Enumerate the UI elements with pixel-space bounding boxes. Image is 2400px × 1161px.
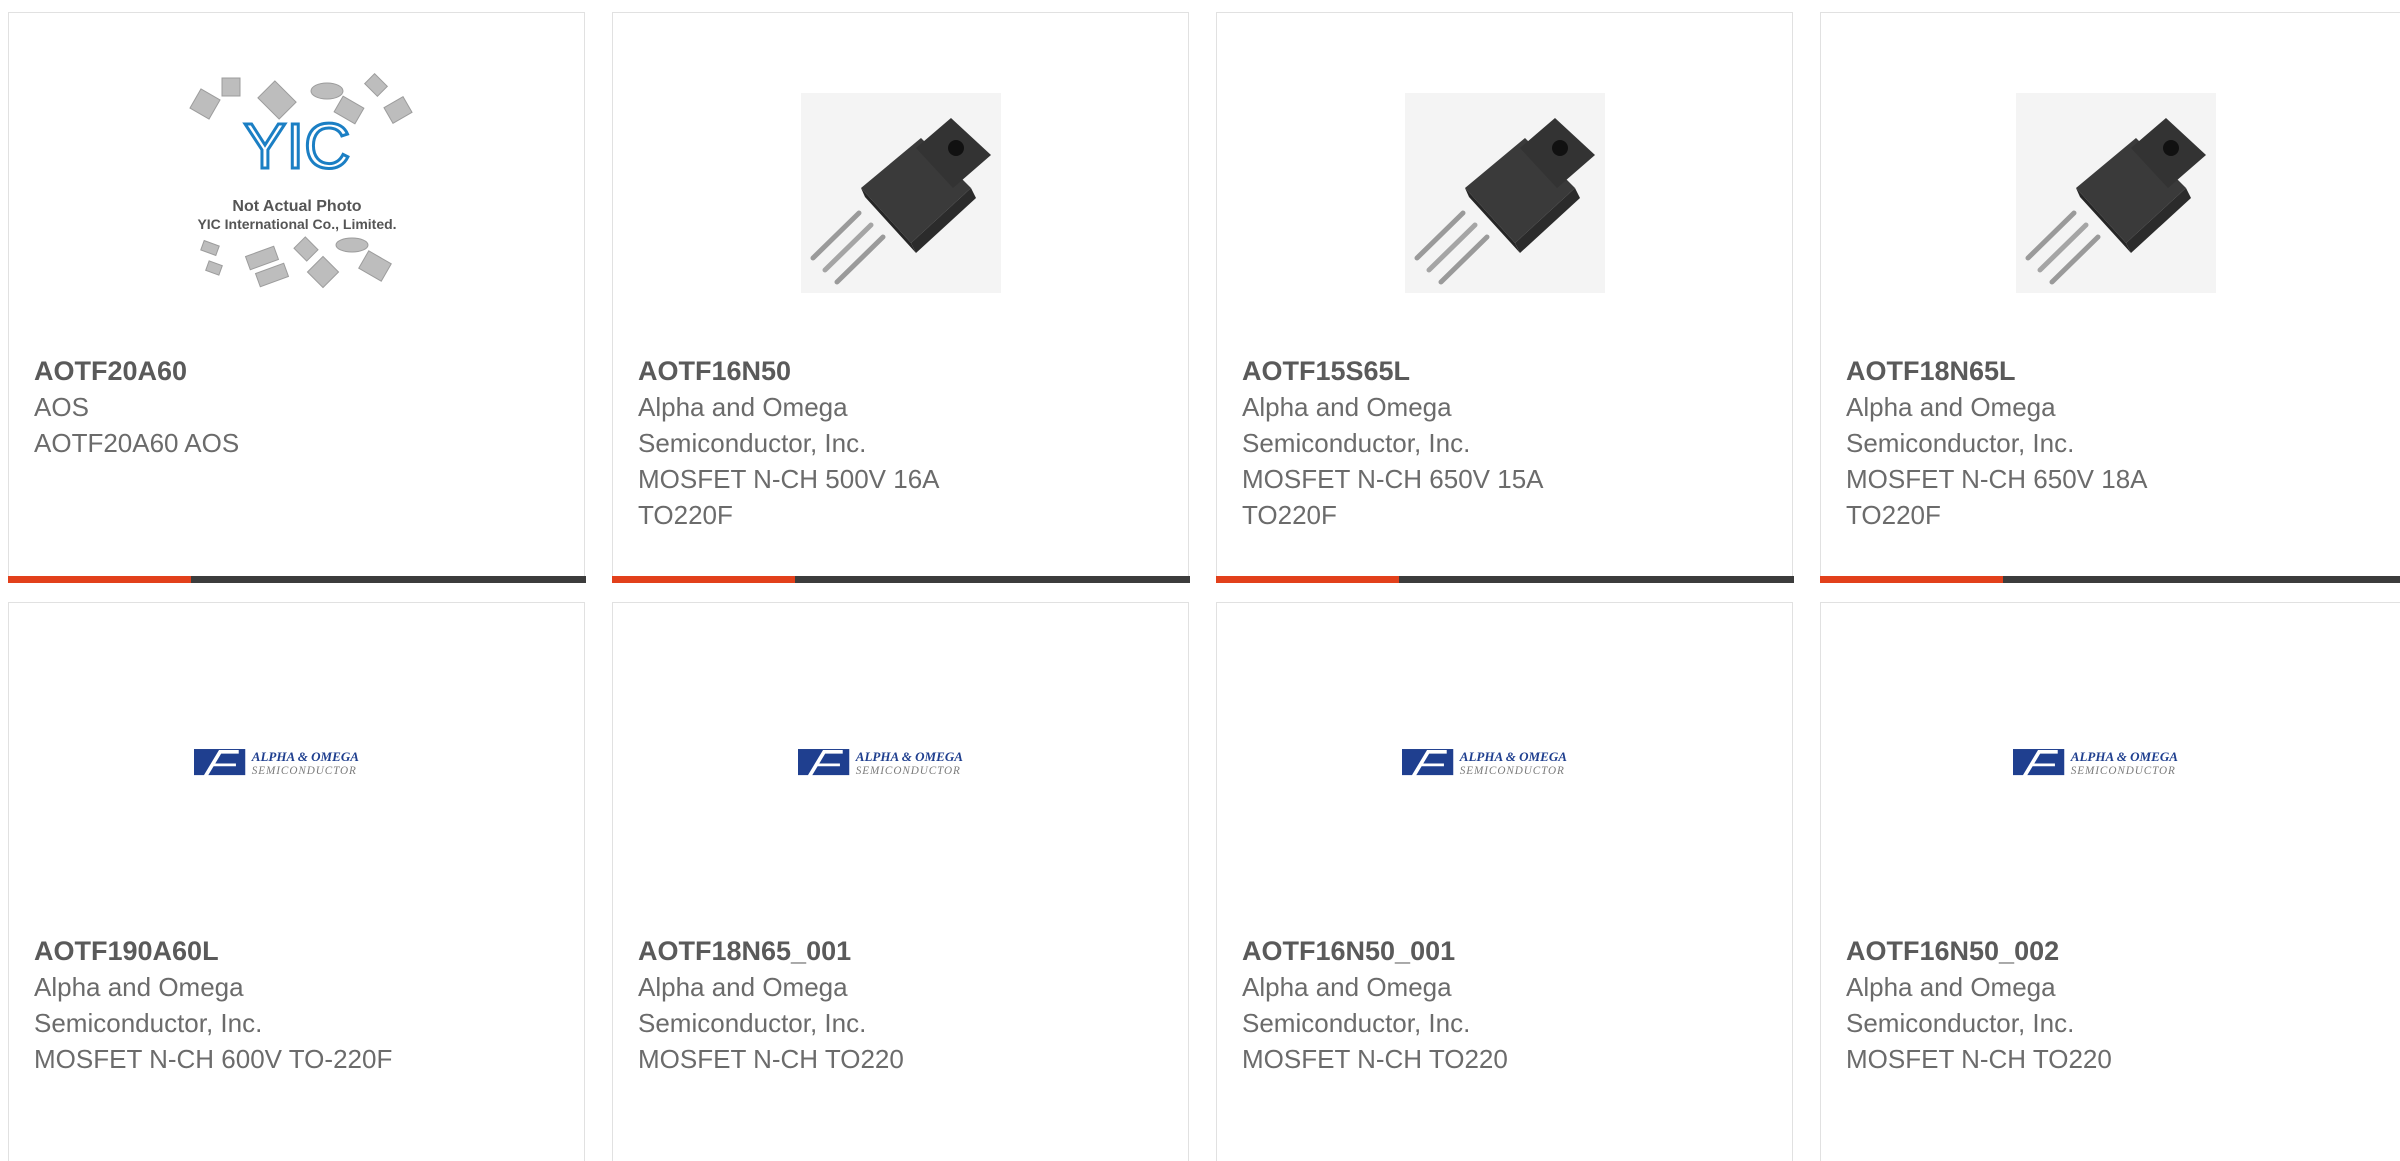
manufacturer: Alpha and Omega Semiconductor, Inc. [1846,392,2075,458]
manufacturer: Alpha and Omega Semiconductor, Inc. [638,972,867,1038]
alpha-omega-logo-icon [2013,743,2218,783]
description: MOSFET N-CH TO220 [1846,1044,2112,1074]
svg-text:YIC: YIC [243,110,350,182]
product-card[interactable]: AOTF16N50_002 Alpha and Omega Semiconduc… [1820,602,2400,1161]
card-bottom-bar [611,575,1190,583]
product-grid: YIC Not Actual Photo YIC International C… [0,0,2400,1161]
manufacturer: Alpha and Omega Semiconductor, Inc. [1846,972,2075,1038]
manufacturer: Alpha and Omega Semiconductor, Inc. [34,972,263,1038]
description: MOSFET N-CH 600V TO-220F [34,1044,393,1074]
part-number[interactable]: AOTF15S65L [1242,353,1767,389]
description: MOSFET N-CH 650V 18A TO220F [1846,464,2147,530]
card-bottom-bar [7,575,586,583]
not-actual-photo-placeholder-icon: YIC Not Actual Photo YIC International C… [188,73,413,289]
svg-text:Not Actual Photo: Not Actual Photo [232,198,361,215]
alpha-omega-logo-icon [798,743,1003,783]
part-number[interactable]: AOTF18N65L [1846,353,2385,389]
product-image[interactable] [1821,83,2400,303]
product-info: AOTF190A60L Alpha and Omega Semiconducto… [34,933,559,1077]
product-image[interactable] [1821,603,2400,923]
manufacturer: AOS [34,392,89,422]
description: MOSFET N-CH 650V 15A TO220F [1242,464,1543,530]
product-image[interactable] [1217,603,1792,923]
manufacturer: Alpha and Omega Semiconductor, Inc. [638,392,867,458]
product-info: AOTF16N50_001 Alpha and Omega Semiconduc… [1242,933,1767,1077]
part-number[interactable]: AOTF20A60 [34,353,559,389]
product-info: AOTF20A60 AOS AOTF20A60 AOS [34,353,559,461]
product-info: AOTF15S65L Alpha and Omega Semiconductor… [1242,353,1767,533]
product-card[interactable]: AOTF16N50 Alpha and Omega Semiconductor,… [611,12,1190,583]
card-accent [1215,575,1399,583]
product-card[interactable]: AOTF190A60L Alpha and Omega Semiconducto… [8,602,585,1161]
to220f-transistor-icon [1405,93,1605,293]
alpha-omega-logo-icon [1402,743,1607,783]
description: MOSFET N-CH TO220 [1242,1044,1508,1074]
product-image[interactable] [613,603,1188,923]
manufacturer: Alpha and Omega Semiconductor, Inc. [1242,392,1471,458]
product-image[interactable] [9,603,584,923]
card-bottom-bar [1215,575,1794,583]
description: MOSFET N-CH TO220 [638,1044,904,1074]
product-card[interactable]: AOTF18N65L Alpha and Omega Semiconductor… [1819,12,2400,583]
to220f-transistor-icon [2016,93,2216,293]
part-number[interactable]: AOTF18N65_001 [638,933,1163,969]
card-bottom-bar [1819,575,2400,583]
manufacturer: Alpha and Omega Semiconductor, Inc. [1242,972,1471,1038]
product-card[interactable]: YIC Not Actual Photo YIC International C… [7,12,586,583]
product-info: AOTF16N50 Alpha and Omega Semiconductor,… [638,353,1163,533]
alpha-omega-logo-icon [194,743,399,783]
card-accent [611,575,795,583]
part-number[interactable]: AOTF16N50 [638,353,1163,389]
product-card[interactable]: AOTF15S65L Alpha and Omega Semiconductor… [1215,12,1794,583]
part-number[interactable]: AOTF190A60L [34,933,559,969]
product-image[interactable] [1217,83,1792,303]
to220f-transistor-icon [801,93,1001,293]
product-card[interactable]: AOTF16N50_001 Alpha and Omega Semiconduc… [1216,602,1793,1161]
product-image[interactable]: YIC Not Actual Photo YIC International C… [9,73,584,303]
card-accent [7,575,191,583]
product-info: AOTF18N65_001 Alpha and Omega Semiconduc… [638,933,1163,1077]
product-info: AOTF16N50_002 Alpha and Omega Semiconduc… [1846,933,2385,1077]
description: AOTF20A60 AOS [34,428,240,458]
product-info: AOTF18N65L Alpha and Omega Semiconductor… [1846,353,2385,533]
svg-text:YIC International Co., Limited: YIC International Co., Limited. [197,216,396,232]
description: MOSFET N-CH 500V 16A TO220F [638,464,939,530]
card-accent [1819,575,2003,583]
part-number[interactable]: AOTF16N50_002 [1846,933,2385,969]
product-card[interactable]: AOTF18N65_001 Alpha and Omega Semiconduc… [612,602,1189,1161]
product-image[interactable] [613,83,1188,303]
part-number[interactable]: AOTF16N50_001 [1242,933,1767,969]
